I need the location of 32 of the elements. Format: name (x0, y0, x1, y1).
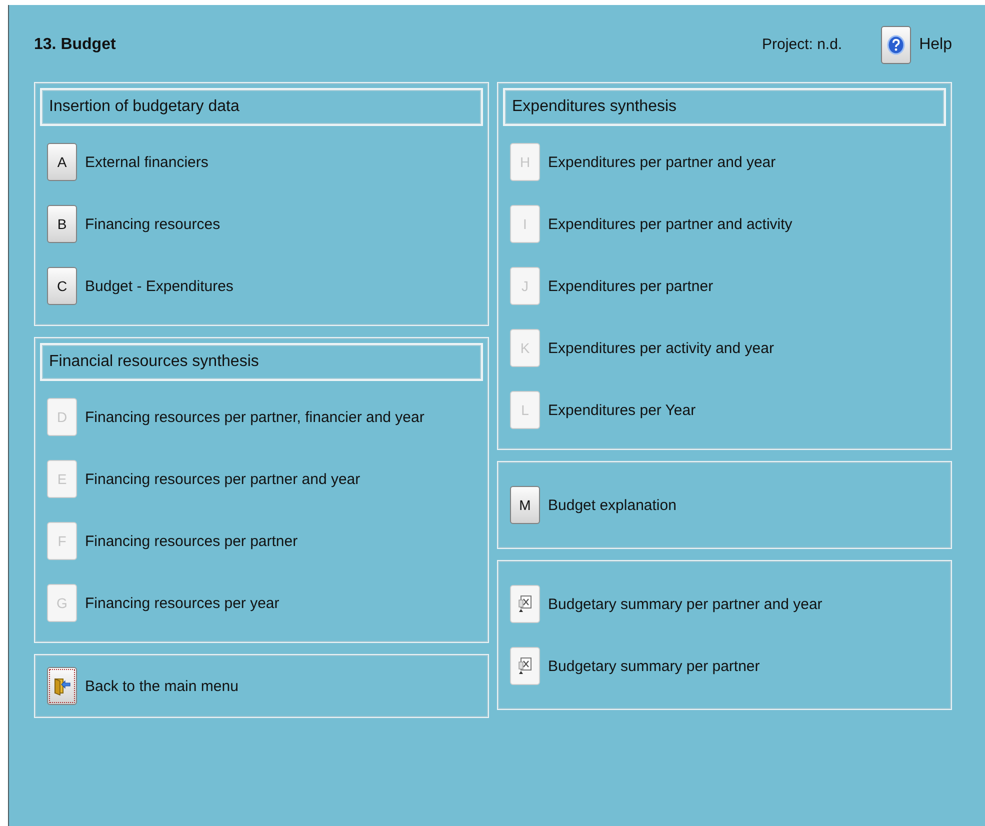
page-title: 13. Budget (34, 36, 117, 54)
item-label: External financiers (85, 154, 208, 170)
item-label: Financing resources per partner (85, 532, 298, 550)
spreadsheet-icon (517, 656, 533, 676)
help-button[interactable] (881, 26, 912, 64)
project-label: Project: n.d. (762, 36, 842, 53)
item-label: Financing resources per partner, financier and year (85, 408, 424, 426)
item-label: Budget - Expenditures (85, 278, 234, 294)
group-header: Insertion of budgetary data (40, 88, 483, 126)
letter-button[interactable]: M (510, 486, 540, 524)
item-label: Expenditures per partner and activity (548, 216, 792, 232)
item-label: Budget explanation (548, 496, 676, 514)
item-label: Financing resources per year (85, 594, 280, 612)
item-label: Financing resources per partner and year (85, 470, 360, 488)
door-arrow-icon (52, 676, 72, 696)
letter-button[interactable]: A (47, 143, 77, 181)
help-label: Help (919, 36, 952, 54)
item-label: Expenditures per activity and year (548, 340, 774, 356)
item-label: Back to the main menu (85, 678, 238, 694)
item-label: Expenditures per Year (548, 402, 696, 418)
help-icon (887, 34, 906, 54)
group-header: Expenditures synthesis (503, 88, 946, 126)
spreadsheet-icon (517, 594, 533, 614)
item-label: Financing resources (85, 216, 220, 232)
item-label: Expenditures per partner and year (548, 154, 776, 170)
item-label: Budgetary summary per partner and year (548, 596, 822, 612)
item-label: Expenditures per partner (548, 278, 714, 294)
group-header: Financial resources synthesis (40, 343, 483, 381)
item-label: Budgetary summary per partner (548, 658, 760, 674)
letter-button[interactable]: C (47, 267, 77, 305)
exit-button[interactable] (47, 667, 77, 705)
letter-button[interactable]: B (47, 205, 77, 243)
